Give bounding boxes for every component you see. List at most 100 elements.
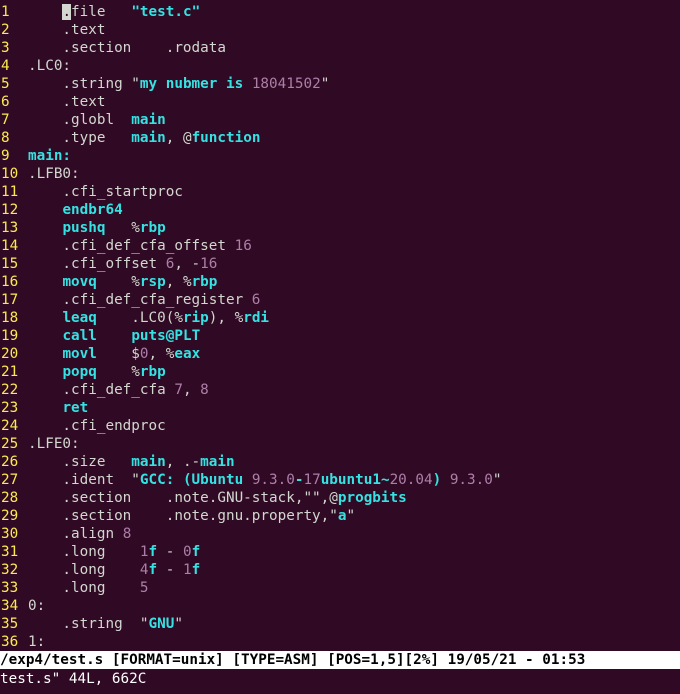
code-line[interactable]: 18 leaq .LC0(%rip), %rdi [0,309,680,327]
code-line[interactable]: 7 .globl main [0,111,680,129]
line-number: 9 [1,148,10,164]
line-code: .text [28,21,105,39]
code-line[interactable]: 23 ret [0,399,680,417]
code-token: $ [96,346,140,362]
code-line[interactable]: 34 0: [0,597,680,615]
code-line[interactable]: 16 movq %rsp, %rbp [0,273,680,291]
line-code: .cfi_endproc [28,417,165,435]
line-code: .file "test.c" [28,3,200,21]
code-token: 8 [200,382,209,398]
code-token: .type [28,130,132,146]
code-token: 9.3.0 [251,472,295,488]
code-line[interactable]: 5 .string "my nubmer is 18041502" [0,75,680,93]
code-token: rdi [243,310,270,326]
code-token: 16 [200,256,218,272]
code-line[interactable]: 9 main: [0,147,680,165]
line-code: .cfi_def_cfa 7, 8 [28,381,209,399]
code-line[interactable]: 3 .section .rodata [0,39,680,57]
code-token: % [96,364,140,380]
code-line[interactable]: 20 movl $0, %eax [0,345,680,363]
code-line[interactable]: 26 .size main, .-main [0,453,680,471]
code-token: , @ [165,130,192,146]
code-token: eax [174,346,201,362]
line-number: 28 [1,490,19,506]
line-number: 10 [1,166,19,182]
code-token: " [492,472,502,488]
code-token: 8 [122,526,132,542]
line-code: .cfi_def_cfa_register 6 [28,291,260,309]
code-line[interactable]: 36 1: [0,633,680,651]
line-code: .section .note.gnu.property,"a" [28,507,355,525]
code-line[interactable]: 33 .long 5 [0,579,680,597]
code-line[interactable]: 32 .long 4f - 1f [0,561,680,579]
code-token: 0: [28,598,46,614]
code-token: leaq [62,310,97,326]
code-line[interactable]: 17 .cfi_def_cfa_register 6 [0,291,680,309]
code-line[interactable]: 22 .cfi_def_cfa 7, 8 [0,381,680,399]
code-line[interactable]: 24 .cfi_endproc [0,417,680,435]
code-line[interactable]: 25 .LFE0: [0,435,680,453]
line-code: pushq %rbp [28,219,165,237]
line-code: main: [28,147,71,165]
line-code: .string "GNU" [28,615,183,633]
code-token: , [182,382,201,398]
code-token: GCC: (Ubuntu [139,472,252,488]
code-line[interactable]: 11 .cfi_startproc [0,183,680,201]
line-code: .string "my nubmer is 18041502" [28,75,329,93]
code-line[interactable]: 28 .section .note.GNU-stack,"",@progbits [0,489,680,507]
code-token: .cfi_def_cfa [28,382,175,398]
code-token: movl [62,346,97,362]
line-number: 22 [1,382,19,398]
code-token: f [191,562,201,578]
code-token: f [191,544,201,560]
code-token: .LC0(% [96,310,183,326]
code-token: puts@PLT [131,328,201,344]
line-number: 24 [1,418,19,434]
code-line[interactable]: 27 .ident "GCC: (Ubuntu 9.3.0-17ubuntu1~… [0,471,680,489]
line-code: movl $0, %eax [28,345,200,363]
code-line[interactable]: 8 .type main, @function [0,129,680,147]
code-line[interactable]: 4 .LC0: [0,57,680,75]
code-token: .section .rodata [28,40,226,56]
line-number: 16 [1,274,19,290]
code-line[interactable]: 6 .text [0,93,680,111]
code-line[interactable]: 10 .LFB0: [0,165,680,183]
line-number: 5 [1,76,10,92]
code-line[interactable]: 2 .text [0,21,680,39]
code-token: 1 [139,544,149,560]
code-token: 20.04 [389,472,433,488]
code-line[interactable]: 31 .long 1f - 0f [0,543,680,561]
line-number: 12 [1,202,19,218]
code-token: 17 [303,472,321,488]
code-token: f [148,544,158,560]
code-line[interactable]: 1 .file "test.c" [0,3,680,21]
code-line[interactable]: 30 .align 8 [0,525,680,543]
line-number: 32 [1,562,19,578]
line-code: .LC0: [28,57,71,75]
code-line[interactable]: 29 .section .note.gnu.property,"a" [0,507,680,525]
code-line[interactable]: 12 endbr64 [0,201,680,219]
line-number: 15 [1,256,19,272]
code-line[interactable]: 35 .string "GNU" [0,615,680,633]
code-token: .long [28,580,140,596]
code-line[interactable]: 15 .cfi_offset 6, -16 [0,255,680,273]
code-line[interactable]: 19 call puts@PLT [0,327,680,345]
code-line[interactable]: 21 popq %rbp [0,363,680,381]
code-token: main [200,454,235,470]
line-code: .text [28,93,105,111]
vim-command-line[interactable]: test.s" 44L, 662C [0,669,680,689]
code-editor[interactable]: 1 .file "test.c" 2 .text 3 .section .rodat… [0,3,680,651]
code-line[interactable]: 14 .cfi_def_cfa_offset 16 [0,237,680,255]
text-cursor: . [62,4,72,20]
vim-statusline: /exp4/test.s [FORMAT=unix] [TYPE=ASM] [P… [0,651,680,669]
line-number: 26 [1,454,19,470]
code-line[interactable]: 13 pushq %rbp [0,219,680,237]
line-number: 2 [1,22,10,38]
code-token: .LFE0: [28,436,80,452]
code-token: % [105,220,140,236]
